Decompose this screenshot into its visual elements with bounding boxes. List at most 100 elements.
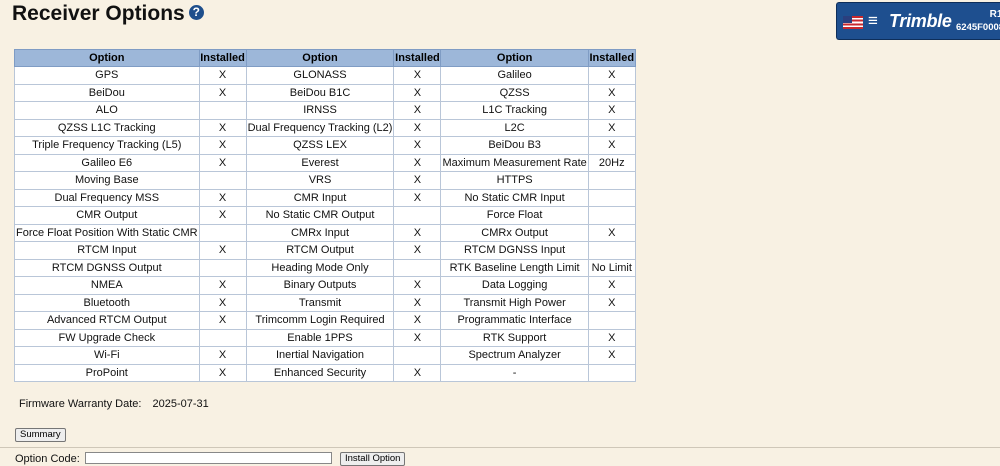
option-name-cell: L1C Tracking <box>440 101 589 120</box>
installed-cell: X <box>198 83 247 102</box>
table-row: RTCM DGNSS Output Heading Mode Only RTK Ba… <box>14 258 636 277</box>
column-header: Installed <box>393 49 442 67</box>
installed-cell: X <box>393 328 442 347</box>
option-name-cell: Dual Frequency MSS <box>14 188 200 207</box>
option-name-cell: GPS <box>14 66 200 85</box>
summary-button[interactable]: Summary <box>15 428 66 442</box>
option-name-cell: RTCM DGNSS Input <box>440 241 589 260</box>
firmware-warranty: Firmware Warranty Date: 2025-07-31 <box>19 398 209 410</box>
option-name-cell: Binary Outputs <box>245 276 395 295</box>
installed-cell: X <box>393 118 442 137</box>
installed-cell: X <box>393 153 442 172</box>
option-name-cell: GLONASS <box>245 66 395 85</box>
page-title: Receiver Options <box>12 2 185 25</box>
table-row: Galileo E6 X Everest X Maximum Measurement R… <box>14 153 636 172</box>
installed-cell <box>587 188 636 207</box>
option-name-cell: Maximum Measurement Rate <box>440 153 589 172</box>
installed-cell: 20Hz <box>587 153 636 172</box>
installed-cell: X <box>198 311 247 330</box>
option-name-cell: L2C <box>440 118 589 137</box>
option-name-cell: Advanced RTCM Output <box>14 311 200 330</box>
installed-cell: X <box>587 136 636 155</box>
installed-cell <box>587 206 636 225</box>
installed-cell: X <box>198 188 247 207</box>
options-table: Option Installed Option Installed Option… <box>14 49 636 382</box>
installed-cell: X <box>393 136 442 155</box>
brand-name: Trimble <box>889 11 952 31</box>
option-name-cell: Dual Frequency Tracking (L2) <box>245 118 395 137</box>
installed-cell: X <box>393 171 442 190</box>
option-name-cell: Transmit High Power <box>440 293 589 312</box>
option-name-cell: BeiDou B1C <box>245 83 395 102</box>
installed-cell <box>393 206 442 225</box>
installed-cell: X <box>587 328 636 347</box>
option-name-cell: - <box>440 363 589 382</box>
installed-cell <box>198 328 247 347</box>
option-code-input[interactable] <box>85 452 332 464</box>
option-code-label: Option Code: <box>15 453 80 465</box>
options-table-body: GPS X GLONASS X Galileo X BeiDou X BeiDou B1C X QZ… <box>14 66 636 382</box>
installed-cell <box>393 346 442 365</box>
warranty-label: Firmware Warranty Date: <box>19 398 142 410</box>
option-name-cell: Inertial Navigation <box>245 346 395 365</box>
option-name-cell: ProPoint <box>14 363 200 382</box>
installed-cell: X <box>393 83 442 102</box>
option-name-cell: CMR Input <box>245 188 395 207</box>
installed-cell: X <box>198 293 247 312</box>
option-name-cell: FW Upgrade Check <box>14 328 200 347</box>
table-row: Wi-Fi X Inertial Navigation Spectrum Analyz… <box>14 346 636 365</box>
trimble-logo-icon: ≡ <box>868 11 878 30</box>
table-row: ProPoint X Enhanced Security X - <box>14 363 636 382</box>
installed-cell: X <box>587 346 636 365</box>
installed-cell: X <box>587 223 636 242</box>
table-row: FW Upgrade Check Enable 1PPS X RTK Support X <box>14 328 636 347</box>
column-header: Installed <box>587 49 636 67</box>
option-name-cell: Transmit <box>245 293 395 312</box>
option-name-cell: Enable 1PPS <box>245 328 395 347</box>
option-name-cell: RTK Support <box>440 328 589 347</box>
option-name-cell: VRS <box>245 171 395 190</box>
installed-cell <box>587 311 636 330</box>
table-row: Force Float Position With Static CMR CMRx… <box>14 223 636 242</box>
table-row: NMEA X Binary Outputs X Data Logging X <box>14 276 636 295</box>
option-name-cell: CMR Output <box>14 206 200 225</box>
installed-cell <box>587 171 636 190</box>
installed-cell <box>198 101 247 120</box>
help-icon[interactable]: ? <box>188 4 204 20</box>
option-name-cell: Triple Frequency Tracking (L5) <box>14 136 200 155</box>
option-name-cell: QZSS L1C Tracking <box>14 118 200 137</box>
table-row: CMR Output X No Static CMR Output Force Flo… <box>14 206 636 225</box>
option-name-cell: Galileo E6 <box>14 153 200 172</box>
table-row: Advanced RTCM Output X Trimcomm Login Requ… <box>14 311 636 330</box>
installed-cell: X <box>587 276 636 295</box>
install-option-button[interactable]: Install Option <box>340 452 406 466</box>
option-name-cell: Everest <box>245 153 395 172</box>
table-row: Triple Frequency Tracking (L5) X QZSS LEX X… <box>14 136 636 155</box>
option-name-cell: Bluetooth <box>14 293 200 312</box>
table-row: Moving Base VRS X HTTPS <box>14 171 636 190</box>
installed-cell: X <box>198 363 247 382</box>
table-row: Bluetooth X Transmit X Transmit High Power X <box>14 293 636 312</box>
table-header-row: Option Installed Option Installed Option… <box>14 49 636 67</box>
table-row: BeiDou X BeiDou B1C X QZSS X <box>14 83 636 102</box>
column-header: Option <box>245 49 395 67</box>
option-name-cell: HTTPS <box>440 171 589 190</box>
table-row: RTCM Input X RTCM Output X RTCM DGNSS Input <box>14 241 636 260</box>
option-name-cell: CMRx Input <box>245 223 395 242</box>
installed-cell: X <box>587 66 636 85</box>
column-header: Option <box>440 49 589 67</box>
installed-cell: X <box>198 66 247 85</box>
installed-cell <box>587 241 636 260</box>
installed-cell: X <box>587 83 636 102</box>
option-name-cell: Data Logging <box>440 276 589 295</box>
installed-cell: X <box>587 293 636 312</box>
option-name-cell: Galileo <box>440 66 589 85</box>
installed-cell: X <box>393 241 442 260</box>
installed-cell <box>198 171 247 190</box>
installed-cell: X <box>393 101 442 120</box>
installed-cell: No Limit <box>587 258 636 277</box>
installed-cell: X <box>393 223 442 242</box>
installed-cell: X <box>587 118 636 137</box>
option-name-cell: IRNSS <box>245 101 395 120</box>
installed-cell: X <box>393 188 442 207</box>
